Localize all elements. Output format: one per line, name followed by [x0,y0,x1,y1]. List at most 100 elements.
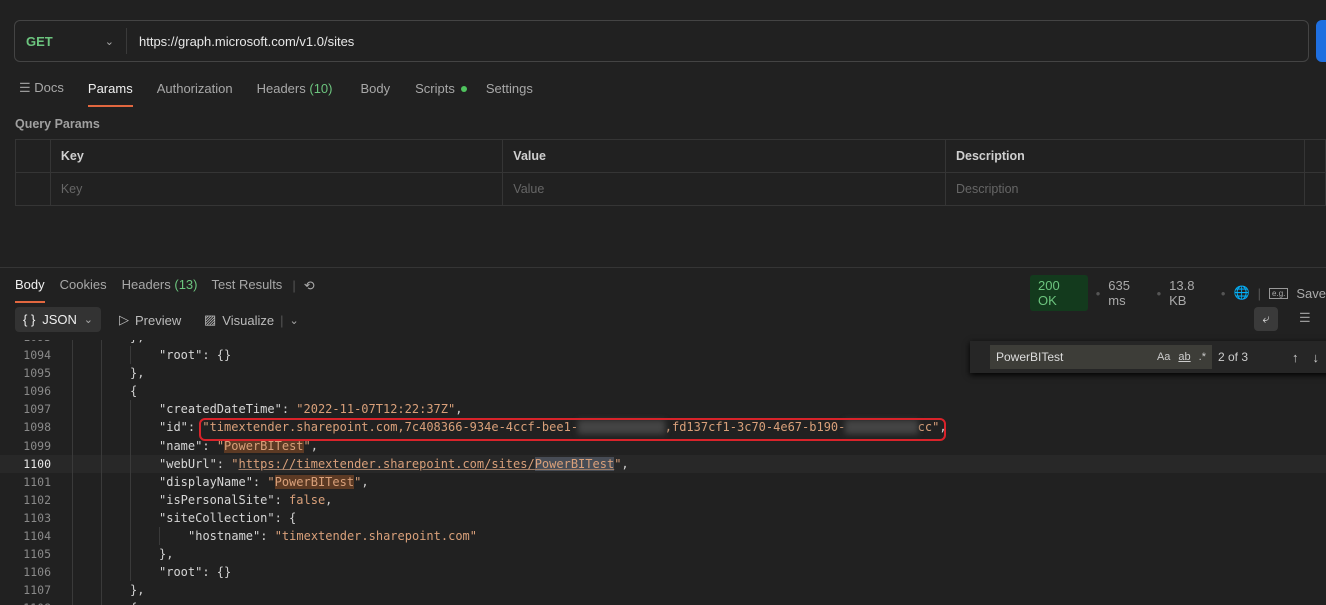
indent-guide [101,436,102,455]
code-line: 1102 "isPersonalSite": false, [0,490,1326,509]
line-number: 1102 [23,492,51,507]
indent-guide [72,418,73,437]
code-token: }, [130,583,145,598]
tab-cookies[interactable]: Cookies [60,277,107,294]
wrap-lines-icon[interactable]: ⤶ [1254,307,1278,331]
line-number: 1105 [23,547,51,562]
arrow-up-icon[interactable]: ↑ [1292,350,1299,365]
network-lock-icon[interactable]: 🌐 [1233,285,1249,301]
tab-test-results[interactable]: Test Results [212,277,283,294]
preview-button[interactable]: ▷ Preview [119,312,181,328]
history-icon[interactable]: ⟲ [304,278,315,294]
indent-guide [130,563,131,582]
code-token: , [621,456,629,471]
tab-response-headers[interactable]: Headers (13) [122,277,198,294]
pane-divider[interactable] [0,267,1326,268]
method-select[interactable]: GET ⌄ [15,28,127,54]
code-token: : [252,474,268,489]
code-token: , [361,474,369,489]
format-select[interactable]: { } JSON ⌄ [15,307,101,332]
filter-icon[interactable]: ☰ [1299,310,1311,326]
line-number: 1098 [23,420,51,435]
code-text: "displayName": "PowerBITest", [159,473,369,491]
match-case-icon[interactable]: Aa [1157,351,1170,363]
indent-guide [72,436,73,455]
code-token: "isPersonalSite" [159,492,275,507]
tab-scripts[interactable]: Scripts [415,81,467,98]
indent-guide [130,490,131,509]
code-token: }, [159,547,174,562]
response-body-editor[interactable]: 1093},1094"root": {}1095},1096{1097"crea… [0,340,1326,605]
key-input[interactable]: Key [49,172,504,206]
code-token: "webUrl" [159,456,217,471]
code-line: 1104 "hostname": "timextender.sharepoint.… [0,527,1326,546]
indent-guide [130,527,131,546]
code-token: : {} [202,565,232,580]
indent-guide [130,508,131,528]
code-text: "createdDateTime": "2022-11-07T12:22:37Z… [159,400,462,418]
tab-params[interactable]: Params [87,81,133,107]
code-token: { [130,384,138,399]
indent-guide [101,454,102,473]
indent-guide [130,346,131,365]
response-time[interactable]: 635 ms [1108,278,1148,308]
code-text: "isPersonalSite": false, [159,491,332,509]
code-token: : { [274,510,297,525]
code-token: https://timextender.sharepoint.com/sites… [238,456,535,471]
code-token: "2022-11-07T12:22:37Z" [296,402,456,417]
tab-response-body[interactable]: Body [15,277,45,303]
tab-headers[interactable]: Headers (10) [257,81,333,98]
indent-guide [101,490,102,509]
code-token: "name" [159,438,203,453]
indent-guide [72,346,73,365]
code-line: 1108 { [0,599,1326,605]
whole-word-icon[interactable]: ab [1178,351,1190,363]
response-size[interactable]: 13.8 KB [1169,278,1213,308]
indent-guide [101,346,102,365]
save-response-button[interactable]: Save [1296,286,1326,301]
line-number: 1106 [23,565,51,580]
tab-docs[interactable]: ☰ Docs [19,80,64,98]
indent-guide [101,508,102,528]
line-number: 1100 [23,456,51,471]
code-token: "displayName" [159,474,253,489]
indent-guide [72,364,73,383]
tab-authorization[interactable]: Authorization [157,81,233,98]
tab-settings[interactable]: Settings [486,81,533,98]
code-text: "webUrl": "https://timextender.sharepoin… [159,455,629,473]
line-number: 1095 [23,366,51,381]
indent-guide [101,382,102,401]
save-example-icon[interactable]: e.g. [1269,287,1289,299]
docs-icon: ☰ [19,80,35,95]
url-input[interactable]: https://graph.microsoft.com/v1.0/sites [127,34,354,49]
request-tabs: ☰ Docs Params Authorization Headers (10)… [19,80,533,107]
code-line: 1100 "webUrl": "https://timextender.share… [0,454,1326,473]
code-line: 1105}, [0,545,1326,564]
indent-guide [159,527,160,546]
match-count: 2 of 3 [1218,350,1249,364]
status-badge[interactable]: 200 OK [1030,275,1088,311]
send-button[interactable] [1316,20,1326,62]
regex-icon[interactable]: .* [1199,351,1206,363]
code-text: }, [159,545,173,563]
status-dot-icon [460,86,467,93]
indent-guide [130,454,131,473]
value-input[interactable]: Value [502,172,946,206]
code-token: " [267,474,275,489]
code-token: "siteCollection" [159,510,275,525]
indent-guide [72,382,73,401]
code-token: false [289,492,326,507]
indent-guide [72,545,73,564]
description-input[interactable]: Description [944,172,1306,206]
tab-body[interactable]: Body [360,81,390,98]
chevron-down-icon[interactable]: ⌄ [289,314,298,327]
line-number: 1101 [23,474,51,489]
arrow-down-icon[interactable]: ↓ [1313,350,1320,365]
visualize-button[interactable]: ▨ Visualize | ⌄ [204,312,299,328]
query-params-title: Query Params [15,117,100,131]
indent-guide [101,563,102,582]
code-token: : [216,456,232,471]
indent-guide [101,400,102,419]
find-input[interactable]: PowerBITest Aa ab .* [990,345,1212,369]
code-line: 1097 "createdDateTime": "2022-11-07T12:22… [0,400,1326,419]
